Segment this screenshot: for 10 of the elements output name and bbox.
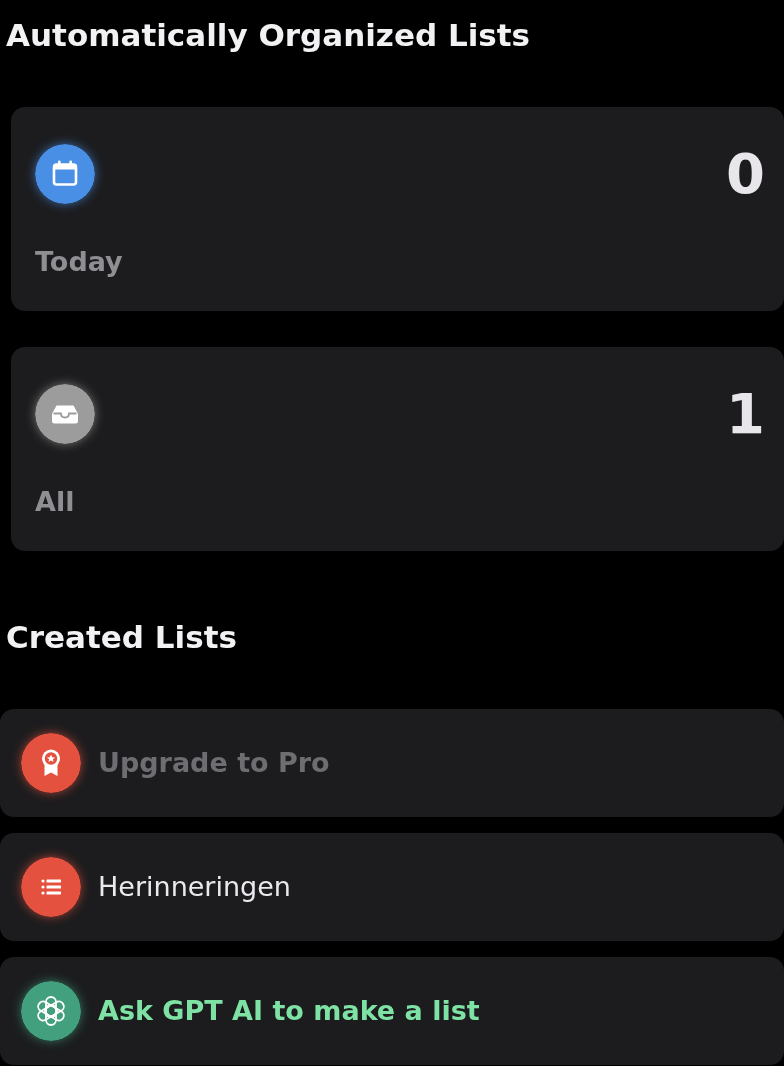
section-title: Created Lists xyxy=(6,618,237,657)
list-label: All xyxy=(35,486,75,518)
smart-list-card[interactable]: 0 Today xyxy=(11,107,784,311)
list-row[interactable]: Herinneringen xyxy=(0,833,784,941)
list-label: Today xyxy=(35,246,123,278)
item-count: 1 xyxy=(726,383,765,445)
section-title: Automatically Organized Lists xyxy=(6,16,530,55)
smart-list-card[interactable]: 1 All xyxy=(11,347,784,551)
item-count: 0 xyxy=(726,143,765,205)
list-row[interactable]: Ask GPT AI to make a list xyxy=(0,957,784,1065)
